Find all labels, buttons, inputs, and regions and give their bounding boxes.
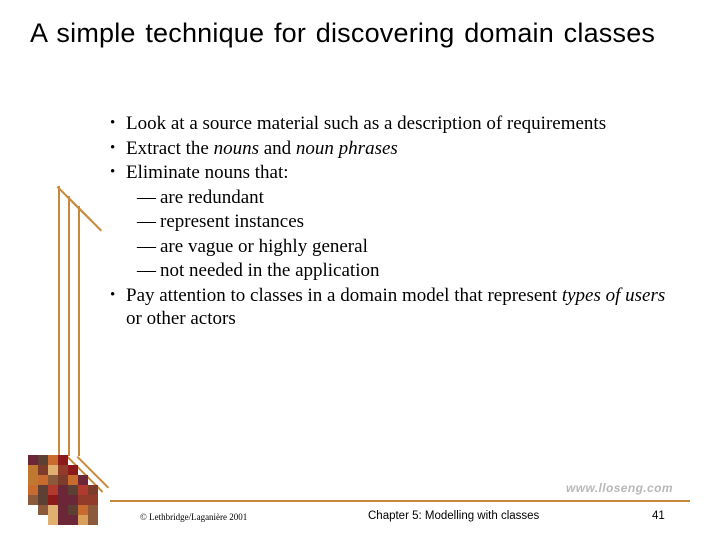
bullet-item: • Look at a source material such as a de…: [108, 112, 674, 136]
mosaic-pixel: [88, 495, 98, 505]
mosaic-pixel: [78, 505, 88, 515]
sub-item-marker: —: [137, 260, 156, 281]
mosaic-pixel: [88, 515, 98, 525]
slide-canvas: A simple technique for discovering domai…: [0, 0, 720, 540]
mosaic-pixel: [58, 505, 68, 515]
bullet-item: • Pay attention to classes in a domain m…: [108, 284, 674, 331]
mosaic-pixel: [28, 475, 38, 485]
footer-copyright: © Lethbridge/Laganière 2001: [140, 512, 248, 522]
mosaic-pixel: [68, 515, 78, 525]
mosaic-pixel: [38, 455, 48, 465]
sub-item-text: are redundant: [160, 186, 264, 208]
bullet-item: • Extract the nouns and noun phrases: [108, 137, 674, 161]
mosaic-pixel: [58, 475, 68, 485]
mosaic-pixel: [68, 485, 78, 495]
bullet-emphasis: noun phrases: [295, 137, 398, 159]
sub-item-marker: —: [137, 211, 156, 232]
mosaic-pixel: [48, 495, 58, 505]
mosaic-pixel: [48, 515, 58, 525]
mosaic-pixel: [28, 485, 38, 495]
decorative-line-2: [68, 196, 70, 456]
mosaic-pixel: [58, 465, 68, 475]
mosaic-pixel: [28, 495, 38, 505]
bullet-text: or other actors: [126, 308, 236, 329]
bullet-marker: •: [110, 286, 116, 303]
mosaic-pixel: [38, 505, 48, 515]
mosaic-pixel: [78, 475, 88, 485]
mosaic-pixel: [38, 495, 48, 505]
decorative-line-6: [76, 206, 103, 232]
bullet-text: Eliminate nouns that:: [126, 162, 289, 183]
mosaic-pixel: [48, 455, 58, 465]
page-title: A simple technique for discovering domai…: [30, 18, 656, 48]
bullet-marker: •: [110, 164, 116, 180]
mosaic-pixel: [58, 485, 68, 495]
mosaic-pixel: [78, 515, 88, 525]
slide-body: • Look at a source material such as a de…: [108, 112, 674, 332]
mosaic-pixel: [68, 465, 78, 475]
bullet-text: Extract the: [126, 137, 214, 159]
sub-item-text: represent instances: [160, 211, 305, 232]
mosaic-pixel: [48, 485, 58, 495]
footer-chapter: Chapter 5: Modelling with classes: [368, 510, 540, 522]
mosaic-decoration: [28, 455, 104, 531]
watermark-text: www.lloseng.com: [566, 481, 673, 495]
bullet-marker: •: [110, 115, 116, 131]
bullet-marker: •: [110, 139, 116, 156]
bullet-text: Look at a source material such as a desc…: [126, 113, 607, 134]
sub-item-marker: —: [137, 186, 156, 208]
mosaic-pixel: [48, 475, 58, 485]
decorative-line-3: [78, 206, 80, 456]
mosaic-pixel: [28, 455, 38, 465]
mosaic-pixel: [58, 515, 68, 525]
mosaic-pixel: [38, 465, 48, 475]
mosaic-pixel: [58, 455, 68, 465]
mosaic-pixel: [88, 505, 98, 515]
mosaic-pixel: [78, 485, 88, 495]
bullet-text: Pay attention to classes in a domain mod…: [126, 284, 562, 306]
bullet-emphasis: nouns: [213, 137, 259, 159]
sub-item: — are redundant: [108, 186, 674, 210]
footer-page-number: 41: [652, 510, 665, 522]
mosaic-pixel: [38, 485, 48, 495]
bullet-emphasis: types of users: [561, 284, 666, 306]
mosaic-pixel: [48, 505, 58, 515]
mosaic-pixel: [68, 475, 78, 485]
sub-item-marker: —: [137, 235, 156, 257]
mosaic-pixel: [58, 495, 68, 505]
mosaic-pixel: [38, 475, 48, 485]
sub-item-text: are vague or highly general: [160, 235, 368, 257]
mosaic-pixel: [88, 485, 98, 495]
mosaic-pixel: [48, 465, 58, 475]
mosaic-pixel: [28, 465, 38, 475]
mosaic-pixel: [78, 495, 88, 505]
sub-item-text: not needed in the application: [160, 260, 380, 281]
bullet-text: and: [258, 137, 296, 159]
sub-item: — not needed in the application: [108, 259, 674, 283]
footer-divider: [110, 500, 690, 502]
mosaic-pixel: [68, 495, 78, 505]
sub-item: — represent instances: [108, 210, 674, 234]
decorative-line-1: [58, 186, 60, 456]
bullet-item: • Eliminate nouns that:: [108, 161, 674, 185]
mosaic-pixel: [68, 505, 78, 515]
sub-item: — are vague or highly general: [108, 235, 674, 259]
